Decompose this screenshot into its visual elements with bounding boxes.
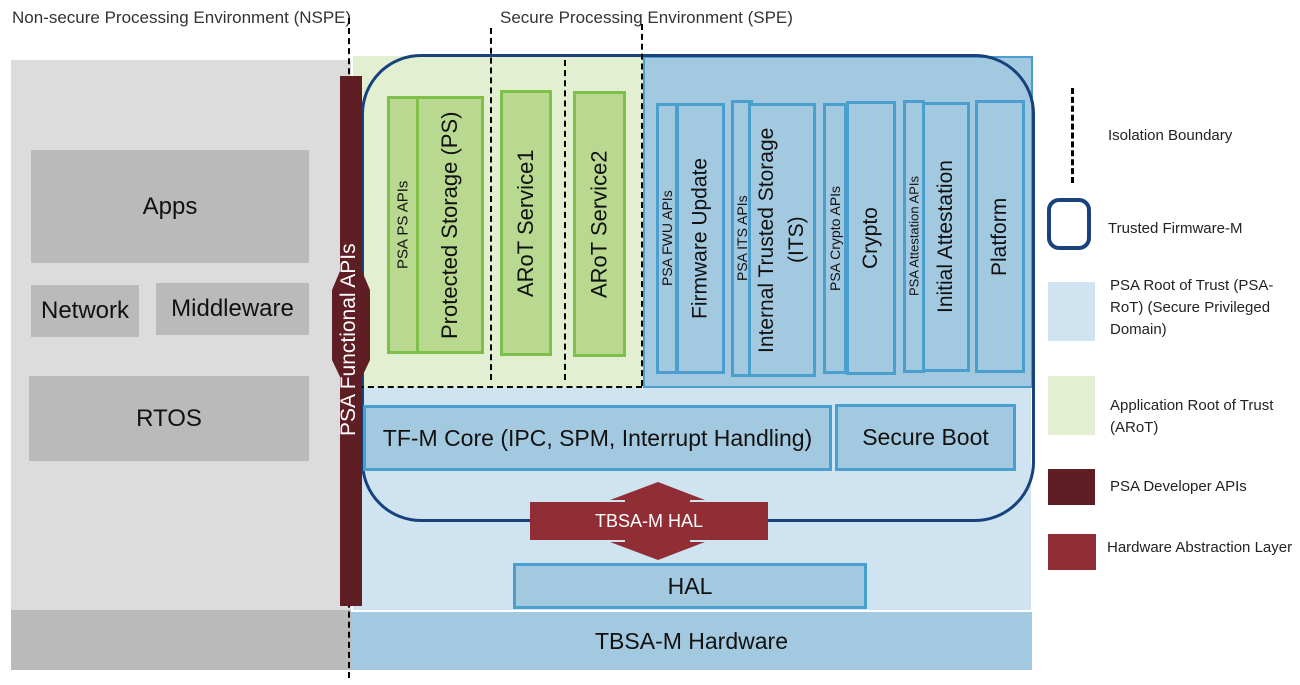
legend-isolation-icon <box>1071 88 1074 183</box>
legend-dev-apis-swatch <box>1048 469 1095 505</box>
arot-bottom-boundary <box>358 386 642 388</box>
legend-isolation-label: Isolation Boundary <box>1108 127 1233 144</box>
nspe-header: Non-secure Processing Environment (NSPE) <box>12 8 352 27</box>
initial-attestation-box: Initial Attestation <box>922 102 970 372</box>
protected-storage-box: Protected Storage (PS) <box>416 96 484 354</box>
tfm-core-box: TF-M Core (IPC, SPM, Interrupt Handling) <box>363 405 832 471</box>
tbsa-m-hardware: TBSA-M Hardware <box>351 612 1032 670</box>
crypto-box: Crypto <box>846 101 896 375</box>
tbsa-hal-label: TBSA-M HAL <box>594 510 704 531</box>
legend-tfm-label: Trusted Firmware-M <box>1108 220 1243 237</box>
psa-ps-apis-box: PSA PS APIs <box>387 96 419 354</box>
diagram: Non-secure Processing Environment (NSPE)… <box>0 0 1300 685</box>
apps-box: Apps <box>31 150 309 263</box>
network-box: Network <box>31 285 139 337</box>
firmware-update-box: Firmware Update <box>676 103 725 374</box>
legend-hal-label: Hardware Abstraction Layer <box>1107 539 1293 556</box>
psa-crypto-apis-box: PSA Crypto APIs <box>823 103 847 374</box>
legend-psa-rot-label: PSA Root of Trust (PSA-RoT) (Secure Priv… <box>1110 277 1274 338</box>
platform-box: Platform <box>975 100 1025 373</box>
legend-arot-swatch <box>1048 376 1095 435</box>
middleware-box: Middleware <box>156 283 309 335</box>
legend-hal-swatch <box>1048 534 1096 570</box>
rtos-box: RTOS <box>29 376 309 461</box>
arot-psa-rot-boundary <box>641 24 643 386</box>
arot-service-boundary-1 <box>490 28 492 380</box>
arot-service-boundary-2 <box>564 60 566 380</box>
hal-box: HAL <box>513 563 867 609</box>
legend-arot-label: Application Root of Trust (ARoT) <box>1110 397 1274 436</box>
secure-boot-box: Secure Boot <box>835 404 1016 471</box>
psa-fwu-apis-box: PSA FWU APIs <box>656 103 678 374</box>
legend-dev-apis-label: PSA Developer APIs <box>1110 478 1247 495</box>
legend-psa-rot-swatch <box>1048 282 1095 341</box>
arot-service2-box: ARoT Service2 <box>573 91 626 357</box>
spe-header: Secure Processing Environment (SPE) <box>500 8 793 27</box>
legend-tfm-icon <box>1047 198 1091 250</box>
arot-service1-box: ARoT Service1 <box>500 90 552 356</box>
internal-trusted-storage-box: Internal Trusted Storage (ITS) <box>748 103 816 377</box>
psa-functional-apis-label: PSA Functional APIs <box>337 243 360 437</box>
nspe-hardware-region <box>11 610 351 670</box>
